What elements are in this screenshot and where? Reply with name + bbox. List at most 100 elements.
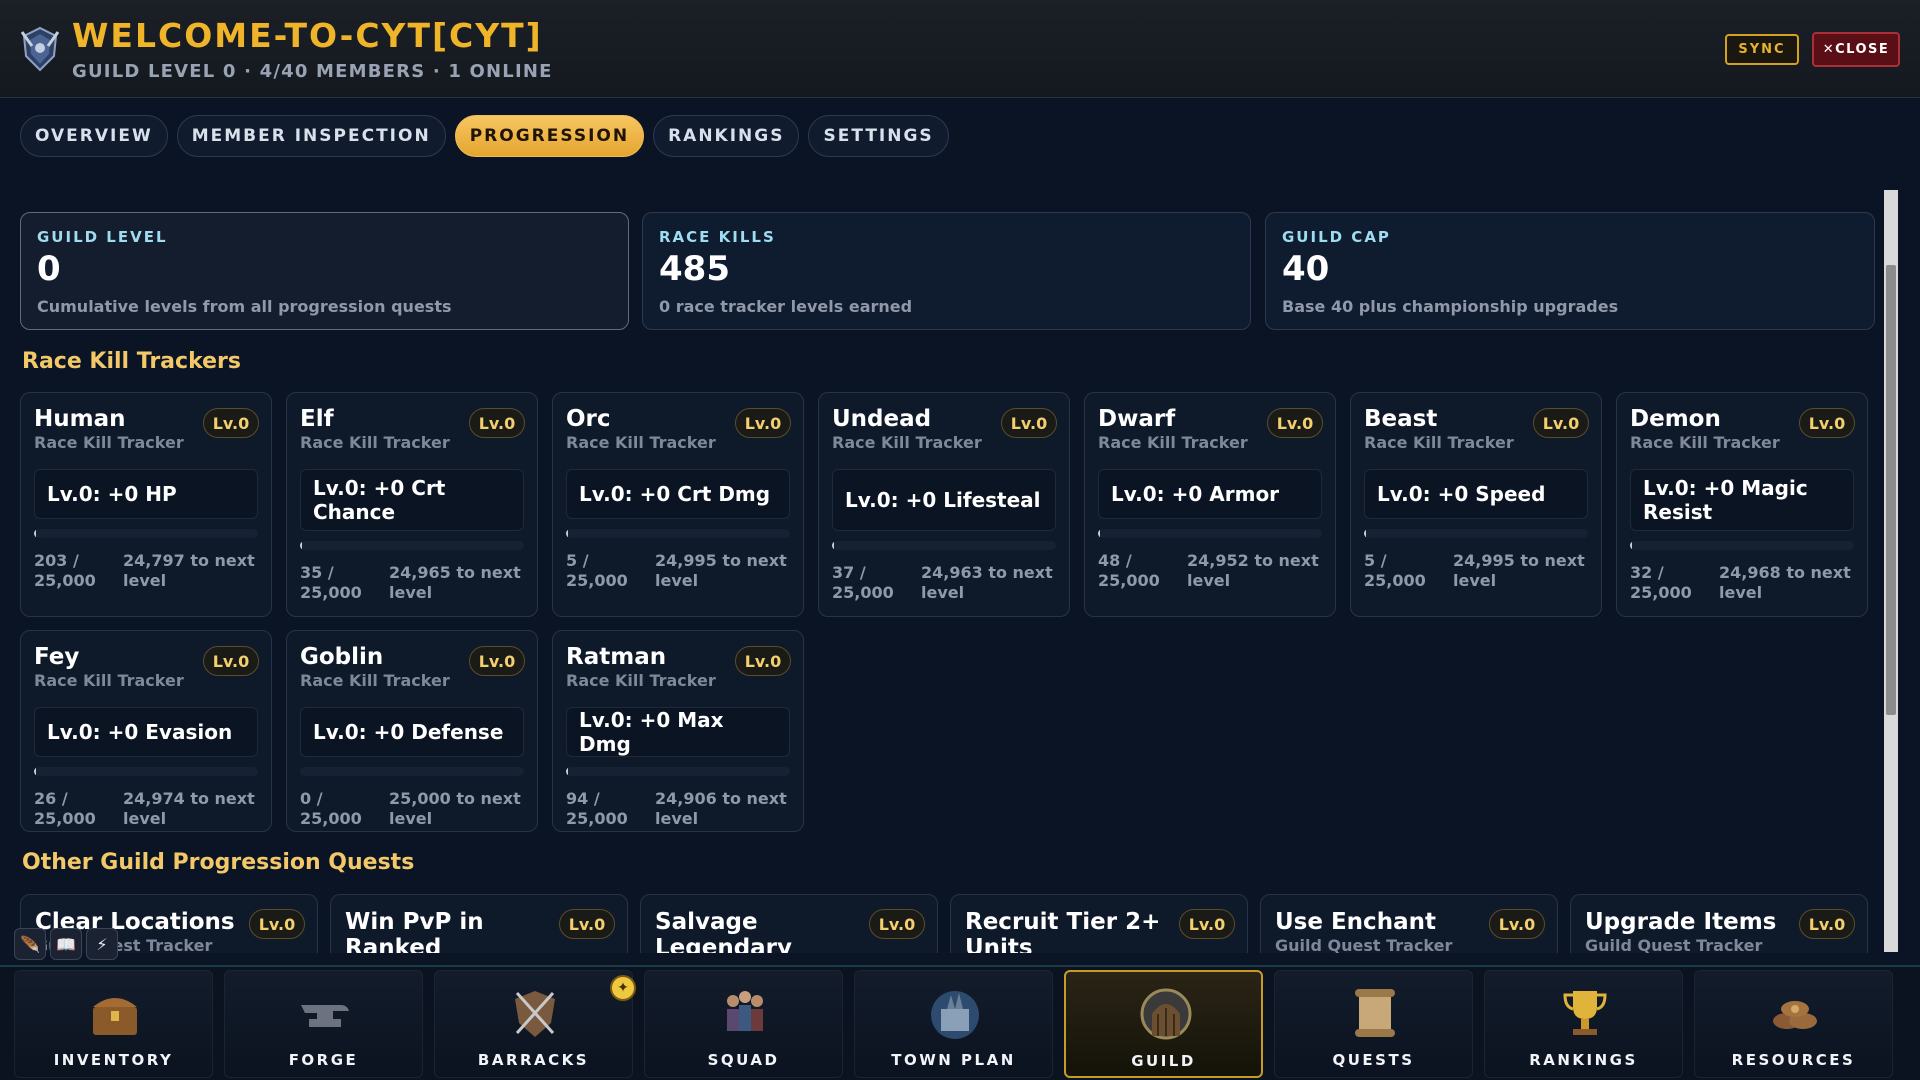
level-badge: Lv.0: [869, 909, 925, 939]
tab-settings[interactable]: SETTINGS: [808, 115, 949, 157]
tab-progression[interactable]: PROGRESSION: [454, 115, 645, 157]
barracks-notification-badge: ✦: [610, 975, 636, 1001]
nav-town-plan[interactable]: TOWN PLAN: [854, 970, 1053, 1078]
nav-inventory[interactable]: INVENTORY: [14, 970, 213, 1078]
level-badge: Lv.0: [1533, 408, 1589, 438]
tracker-progress-count: 0 / 25,000: [300, 789, 362, 828]
tracker-name: Elf: [300, 406, 334, 432]
tracker-remaining: 24,797 to next level: [123, 551, 255, 590]
tracker-progress-count: 48 / 25,000: [1098, 551, 1160, 590]
stat-guild-cap: GUILD CAP 40 Base 40 plus championship u…: [1265, 212, 1875, 330]
level-badge: Lv.0: [203, 408, 259, 438]
race-tracker-card: Orc Race Kill Tracker Lv.0 Lv.0: +0 Crt Dmg…: [552, 392, 804, 617]
tracker-remaining: 24,968 to next level: [1719, 563, 1851, 602]
progression-panel: GUILD LEVEL 0 Cumulative levels from all…: [0, 185, 1886, 953]
nav-forge[interactable]: FORGE: [224, 970, 423, 1078]
tracker-progress-count: 26 / 25,000: [34, 789, 96, 828]
tracker-remaining: 24,995 to next level: [1453, 551, 1585, 590]
stat-guild-level: GUILD LEVEL 0 Cumulative levels from all…: [20, 212, 629, 330]
guild-header: WELCOME-TO-CYT[CYT] GUILD LEVEL 0 · 4/40…: [0, 0, 1920, 98]
nav-quests[interactable]: QUESTS: [1274, 970, 1473, 1078]
progress-bar: [566, 767, 790, 776]
quests-heading: Other Guild Progression Quests: [22, 850, 415, 875]
squad-icon: [727, 991, 763, 1031]
tracker-subtitle: Race Kill Tracker: [34, 671, 184, 690]
tracker-subtitle: Race Kill Tracker: [300, 433, 450, 452]
progress-fill: [1630, 541, 1632, 550]
tracker-bonus: Lv.0: +0 Max Dmg: [566, 707, 790, 757]
tracker-progress-count: 94 / 25,000: [566, 789, 628, 828]
tab-member-inspection[interactable]: MEMBER INSPECTION: [176, 115, 446, 157]
progress-bar: [1364, 529, 1588, 538]
tracker-subtitle: Race Kill Tracker: [1630, 433, 1780, 452]
tracker-remaining: 24,995 to next level: [655, 551, 787, 590]
level-badge: Lv.0: [1799, 408, 1855, 438]
nav-label: TOWN PLAN: [891, 1051, 1016, 1069]
progress-fill: [300, 541, 302, 550]
level-badge: Lv.0: [1001, 408, 1057, 438]
race-tracker-card: Fey Race Kill Tracker Lv.0 Lv.0: +0 Evasion…: [20, 630, 272, 832]
tracker-progress-count: 203 / 25,000: [34, 551, 96, 590]
guild-subtitle: GUILD LEVEL 0 · 4/40 MEMBERS · 1 ONLINE: [72, 61, 553, 82]
nav-squad[interactable]: SQUAD: [644, 970, 843, 1078]
progress-bar: [34, 529, 258, 538]
tracker-subtitle: Race Kill Tracker: [832, 433, 982, 452]
quest-name: Recruit Tier 2+ Units: [965, 909, 1161, 953]
tracker-bonus: Lv.0: +0 Speed: [1364, 469, 1588, 519]
nav-resources[interactable]: RESOURCES: [1694, 970, 1893, 1078]
tracker-bonus: Lv.0: +0 Crt Chance: [300, 469, 524, 531]
quest-tracker-card: Use Enchant Guild Quest Tracker Lv.0: [1260, 894, 1558, 953]
quest-subtitle: Guild Quest Tracker: [1585, 936, 1763, 953]
progress-fill: [566, 529, 568, 538]
progress-fill: [34, 529, 36, 538]
tracker-progress-count: 37 / 25,000: [832, 563, 894, 602]
tracker-progress-count: 5 / 25,000: [566, 551, 628, 590]
tracker-remaining: 24,906 to next level: [655, 789, 787, 828]
tracker-remaining: 24,963 to next level: [921, 563, 1053, 602]
book-icon[interactable]: 📖: [50, 928, 82, 960]
sync-button[interactable]: SYNC: [1725, 34, 1799, 65]
nav-rankings[interactable]: RANKINGS: [1484, 970, 1683, 1078]
progress-fill: [1364, 529, 1366, 538]
nav-guild[interactable]: GUILD: [1064, 970, 1263, 1078]
nav-barracks[interactable]: BARRACKS: [434, 970, 633, 1078]
scrollbar-thumb[interactable]: [1886, 265, 1896, 715]
tracker-name: Orc: [566, 406, 611, 432]
race-tracker-card: Elf Race Kill Tracker Lv.0 Lv.0: +0 Crt Cha…: [286, 392, 538, 617]
quest-name: Win PvP in Ranked: [345, 909, 484, 953]
level-badge: Lv.0: [559, 909, 615, 939]
nav-label: RANKINGS: [1529, 1051, 1638, 1069]
stat-value: 40: [1282, 249, 1330, 289]
tracker-subtitle: Race Kill Tracker: [566, 671, 716, 690]
progress-bar: [832, 541, 1056, 550]
tracker-bonus: Lv.0: +0 Defense: [300, 707, 524, 757]
nav-label: FORGE: [288, 1051, 359, 1069]
tracker-bonus: Lv.0: +0 Crt Dmg: [566, 469, 790, 519]
quest-tracker-card: Recruit Tier 2+ Units Lv.0: [950, 894, 1248, 953]
progress-fill: [1098, 529, 1100, 538]
stat-value: 0: [37, 249, 61, 289]
guild-crest-icon: [20, 26, 60, 72]
trophy-icon: [1563, 991, 1607, 1035]
tab-overview[interactable]: OVERVIEW: [20, 115, 168, 157]
tracker-bonus: Lv.0: +0 Magic Resist: [1630, 469, 1854, 531]
stat-label: RACE KILLS: [659, 228, 776, 246]
nav-label: GUILD: [1131, 1052, 1196, 1070]
close-button[interactable]: ✕CLOSE: [1812, 32, 1900, 67]
tracker-subtitle: Race Kill Tracker: [300, 671, 450, 690]
lightning-icon[interactable]: ⚡: [86, 928, 118, 960]
scroll-icon: [1355, 989, 1395, 1037]
level-badge: Lv.0: [1179, 909, 1235, 939]
tracker-progress-count: 35 / 25,000: [300, 563, 362, 602]
tracker-name: Beast: [1364, 406, 1438, 432]
quest-tracker-card: Upgrade Items Guild Quest Tracker Lv.0: [1570, 894, 1868, 953]
guild-title: WELCOME-TO-CYT[CYT]: [72, 16, 543, 55]
tab-rankings[interactable]: RANKINGS: [653, 115, 800, 157]
tracker-progress-count: 32 / 25,000: [1630, 563, 1692, 602]
feather-icon[interactable]: 🪶: [14, 928, 46, 960]
tracker-name: Fey: [34, 644, 80, 670]
treasure-chest-icon: [93, 998, 137, 1035]
race-tracker-card: Human Race Kill Tracker Lv.0 Lv.0: +0 HP 203…: [20, 392, 272, 617]
progress-bar: [566, 529, 790, 538]
stat-value: 485: [659, 249, 730, 289]
